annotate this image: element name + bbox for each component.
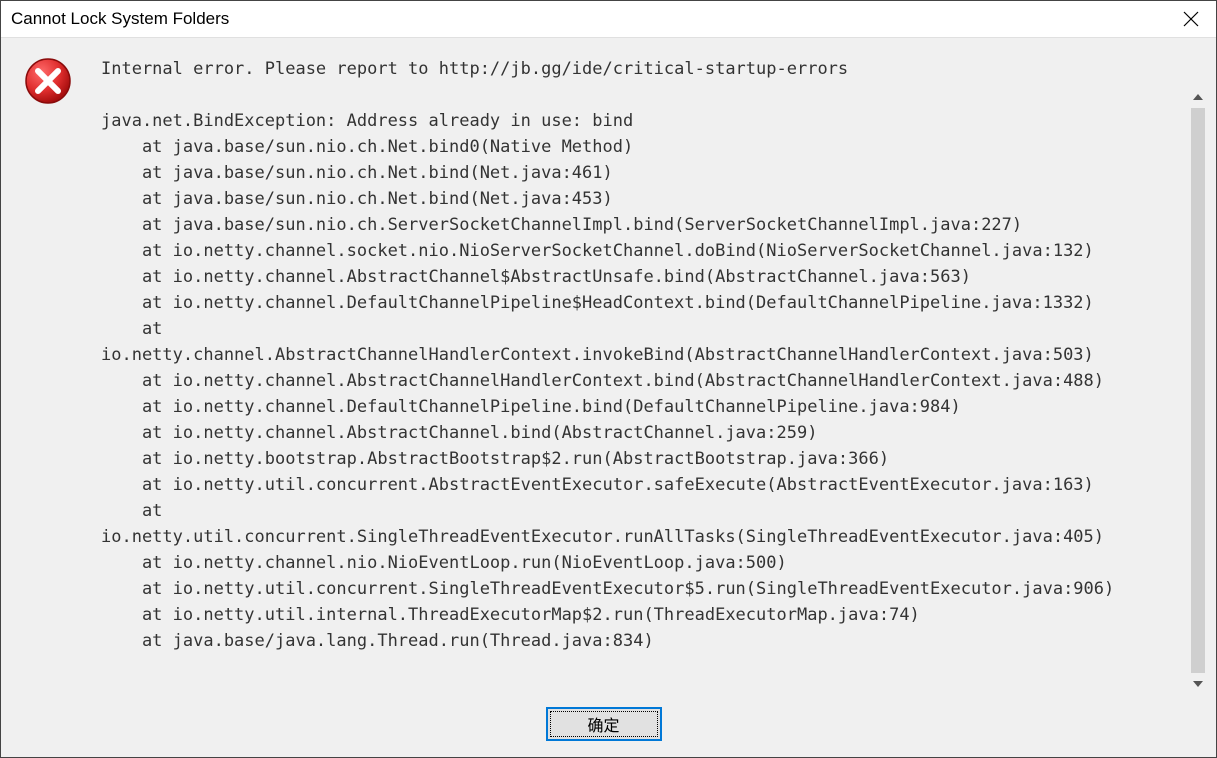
close-button[interactable] <box>1178 6 1204 32</box>
scroll-down-arrow-icon[interactable] <box>1189 675 1207 693</box>
dialog-titlebar: Cannot Lock System Folders <box>1 1 1216 37</box>
error-message-text: Internal error. Please report to http://… <box>101 56 1184 654</box>
error-icon <box>23 56 73 111</box>
dialog-title: Cannot Lock System Folders <box>11 9 229 29</box>
vertical-scrollbar[interactable] <box>1188 88 1208 693</box>
ok-button[interactable]: 确定 <box>546 707 662 741</box>
message-viewport: Internal error. Please report to http://… <box>101 56 1184 666</box>
scroll-track[interactable] <box>1191 108 1205 673</box>
close-icon <box>1183 11 1199 27</box>
content-row: Internal error. Please report to http://… <box>23 56 1184 693</box>
scroll-up-arrow-icon[interactable] <box>1189 88 1207 106</box>
dialog-body: Internal error. Please report to http://… <box>1 37 1216 757</box>
button-row: 确定 <box>23 693 1184 741</box>
scroll-thumb[interactable] <box>1191 108 1205 673</box>
